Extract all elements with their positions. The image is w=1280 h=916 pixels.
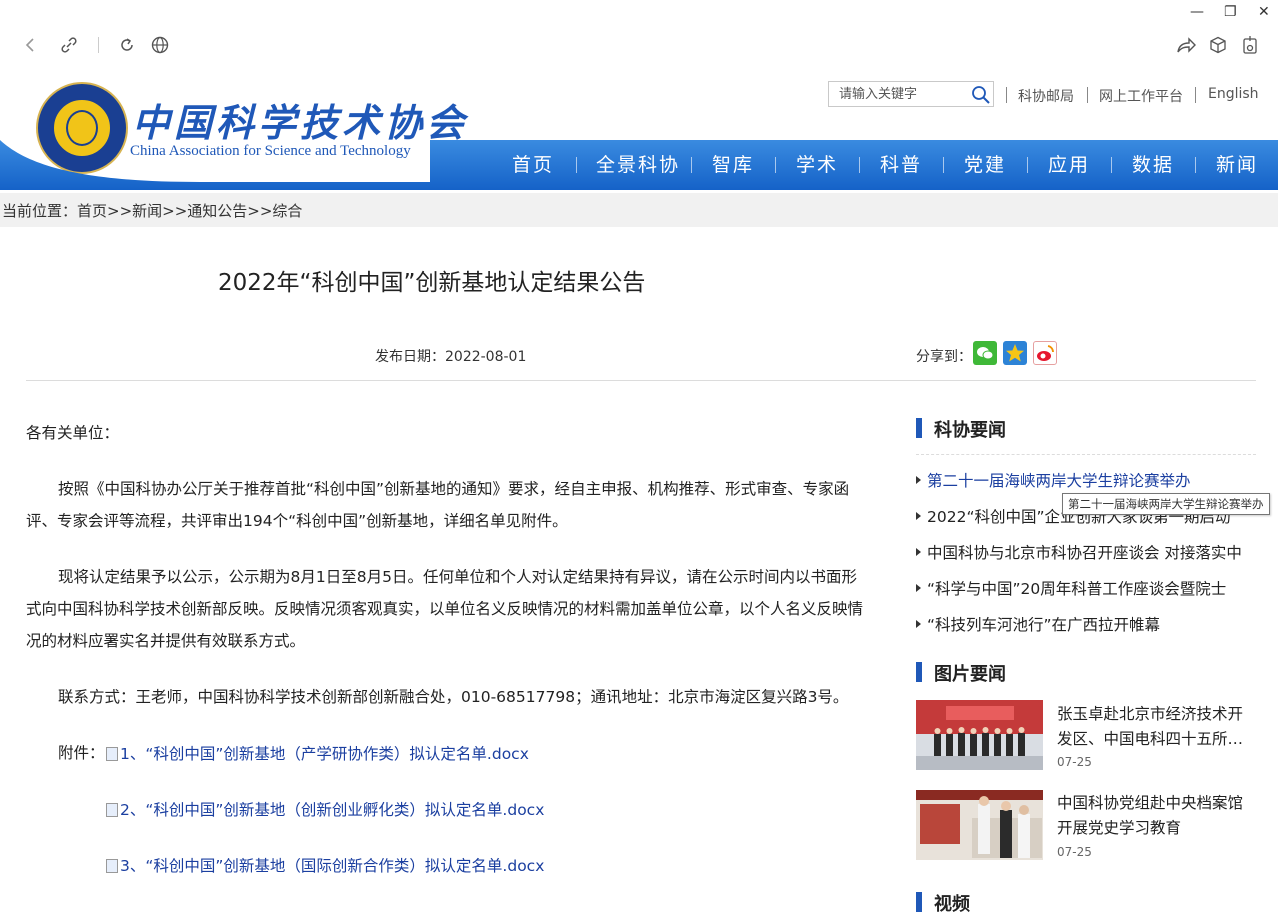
news-photo-thumbnail[interactable] <box>916 700 1043 770</box>
video-section-heading: 视频 <box>916 890 970 916</box>
contact-info: 联系方式：王老师，中国科协科学技术创新部创新融合处，010-68517798；通… <box>58 688 849 706</box>
news-item[interactable]: 中国科协与北京市科协召开座谈会 对接落实中 <box>916 541 1242 563</box>
picture-news-date: 07-25 <box>1057 845 1092 859</box>
header-swoosh <box>0 140 470 190</box>
extension-icon[interactable] <box>1241 35 1259 55</box>
top-link-divider <box>1006 87 1007 103</box>
close-button[interactable]: ✕ <box>1258 4 1270 20</box>
article-divider <box>26 380 1256 381</box>
article-title: 2022年“科创中国”创新基地认定结果公告 <box>218 270 646 296</box>
salutation: 各有关单位： <box>26 424 120 442</box>
main-nav: 首页 全景科协 智库 学术 科普 党建 应用 数据 新闻 <box>430 140 1278 190</box>
english-link[interactable]: English <box>1208 86 1259 102</box>
nav-application[interactable]: 应用 <box>1048 140 1090 190</box>
doc-icon <box>106 859 118 873</box>
share-label: 分享到： <box>916 349 972 365</box>
nav-party[interactable]: 党建 <box>964 140 1006 190</box>
online-work-platform-link[interactable]: 网上工作平台 <box>1099 86 1183 106</box>
nav-news[interactable]: 新闻 <box>1216 140 1258 190</box>
cast-mail-link[interactable]: 科协邮局 <box>1018 86 1074 106</box>
picture-news-date: 07-25 <box>1057 755 1092 769</box>
nav-think-tank[interactable]: 智库 <box>712 140 754 190</box>
breadcrumb-bar: 当前位置：首页>>新闻>>通知公告>>综合 <box>0 193 1278 227</box>
weibo-share-icon[interactable] <box>1033 341 1057 365</box>
paragraph-1: 按照《中国科协办公厅关于推荐首批“科创中国”创新基地的通知》要求，经自主申报、机… <box>26 480 850 530</box>
publish-date: 发布日期：2022-08-01 <box>375 349 527 365</box>
logo-chinese-name[interactable]: 中国科学技术协会 <box>132 92 468 147</box>
news-section-heading: 科协要闻 <box>916 416 1006 442</box>
attachment-link-2[interactable]: 2、“科创中国”创新基地（创新创业孵化类）拟认定名单.docx <box>106 798 544 820</box>
section-divider <box>916 454 1256 455</box>
restore-button[interactable]: ❐ <box>1224 4 1237 20</box>
refresh-icon[interactable] <box>118 36 136 54</box>
search-icon[interactable] <box>971 85 991 105</box>
share-arrow-icon[interactable] <box>1176 36 1196 54</box>
nav-home[interactable]: 首页 <box>512 140 554 190</box>
news-item[interactable]: “科学与中国”20周年科普工作座谈会暨院士 <box>916 577 1226 599</box>
minimize-button[interactable]: — <box>1190 4 1204 20</box>
qzone-share-icon[interactable] <box>1003 341 1027 365</box>
nav-academic[interactable]: 学术 <box>796 140 838 190</box>
nav-panorama[interactable]: 全景科协 <box>596 140 680 190</box>
globe-icon[interactable] <box>151 36 169 54</box>
picture-news-title[interactable]: 中国科协党组赴中央档案馆开展党史学习教育 <box>1057 791 1257 841</box>
link-icon[interactable] <box>60 36 78 54</box>
toolbar-divider <box>98 37 99 53</box>
nav-data[interactable]: 数据 <box>1132 140 1174 190</box>
wechat-share-icon[interactable] <box>973 341 997 365</box>
doc-icon <box>106 803 118 817</box>
attachment-link-3[interactable]: 3、“科创中国”创新基地（国际创新合作类）拟认定名单.docx <box>106 854 544 876</box>
news-photo-thumbnail[interactable] <box>916 790 1043 860</box>
pictures-section-heading: 图片要闻 <box>916 660 1006 686</box>
top-link-divider <box>1087 87 1088 103</box>
top-link-divider <box>1195 87 1196 103</box>
attachment-link-1[interactable]: 1、“科创中国”创新基地（产学研协作类）拟认定名单.docx <box>106 742 529 764</box>
search-input[interactable] <box>839 85 959 103</box>
search-box <box>828 81 994 107</box>
hover-tooltip: 第二十一届海峡两岸大学生辩论赛举办 <box>1062 493 1270 515</box>
breadcrumb[interactable]: 当前位置：首页>>新闻>>通知公告>>综合 <box>2 200 302 221</box>
news-item[interactable]: 第二十一届海峡两岸大学生辩论赛举办 <box>916 469 1191 491</box>
news-item[interactable]: “科技列车河池行”在广西拉开帷幕 <box>916 613 1160 635</box>
nav-popular-science[interactable]: 科普 <box>880 140 922 190</box>
picture-news-title[interactable]: 张玉卓赴北京市经济技术开发区、中国电科四十五所… <box>1057 702 1257 752</box>
doc-icon <box>106 747 118 761</box>
cube-icon[interactable] <box>1209 36 1227 54</box>
back-icon[interactable] <box>22 37 38 53</box>
paragraph-2: 现将认定结果予以公示，公示期为8月1日至8月5日。任何单位和个人对认定结果持有异… <box>26 568 864 650</box>
